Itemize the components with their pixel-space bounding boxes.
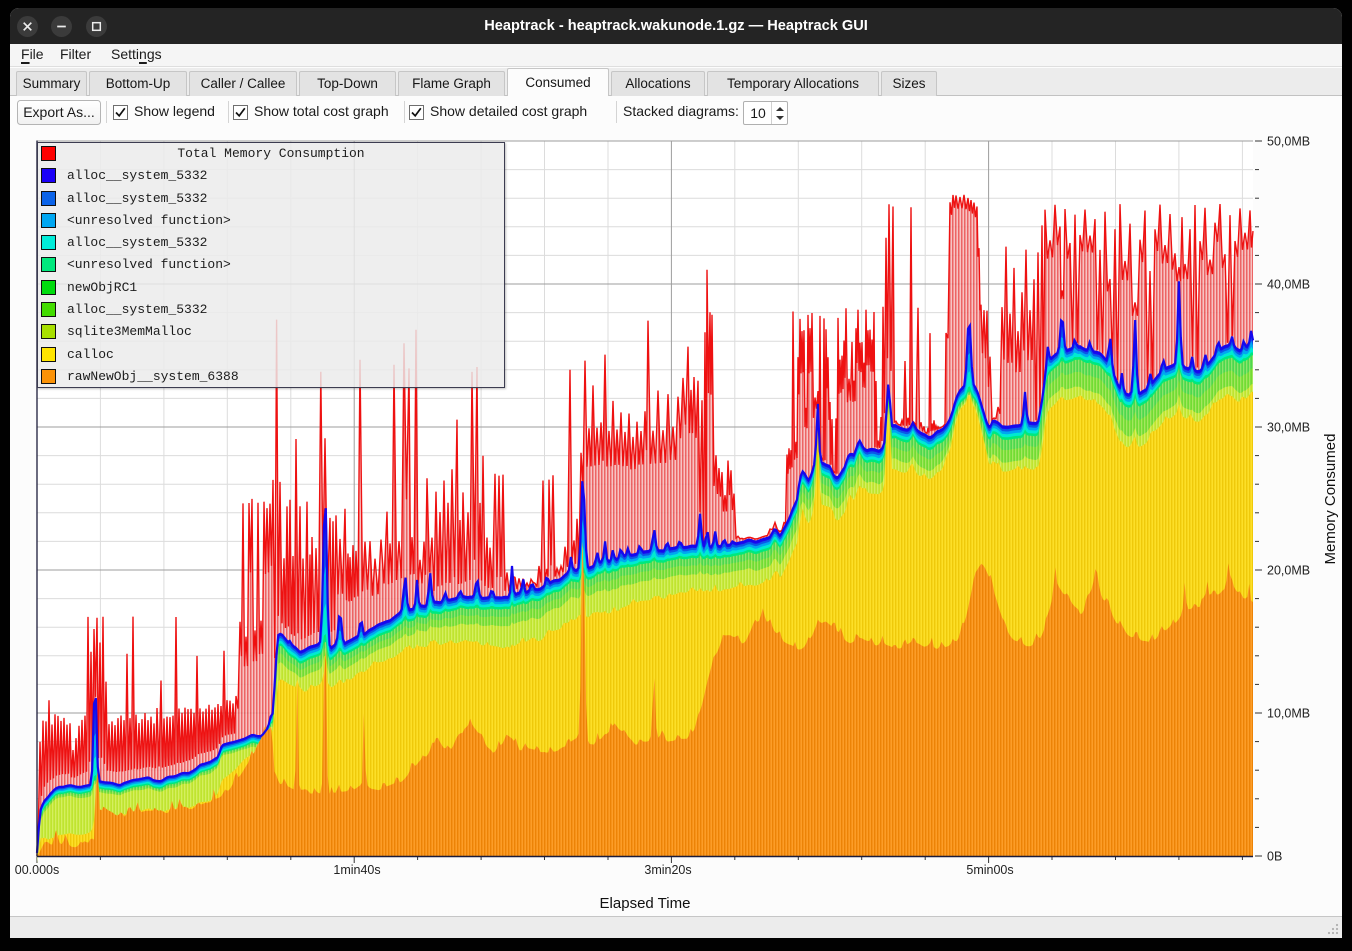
svg-text:20,0MB: 20,0MB xyxy=(1267,564,1310,578)
svg-text:3min20s: 3min20s xyxy=(644,863,691,877)
svg-text:00.000s: 00.000s xyxy=(15,863,59,877)
svg-text:5min00s: 5min00s xyxy=(966,863,1013,877)
svg-text:50,0MB: 50,0MB xyxy=(1267,135,1310,149)
svg-text:30,0MB: 30,0MB xyxy=(1267,421,1310,435)
svg-text:40,0MB: 40,0MB xyxy=(1267,278,1310,292)
svg-text:1min40s: 1min40s xyxy=(333,863,380,877)
svg-text:10,0MB: 10,0MB xyxy=(1267,707,1310,721)
svg-text:Elapsed Time: Elapsed Time xyxy=(600,895,691,912)
svg-text:0B: 0B xyxy=(1267,850,1282,864)
svg-text:Memory Consumed: Memory Consumed xyxy=(1322,434,1339,565)
